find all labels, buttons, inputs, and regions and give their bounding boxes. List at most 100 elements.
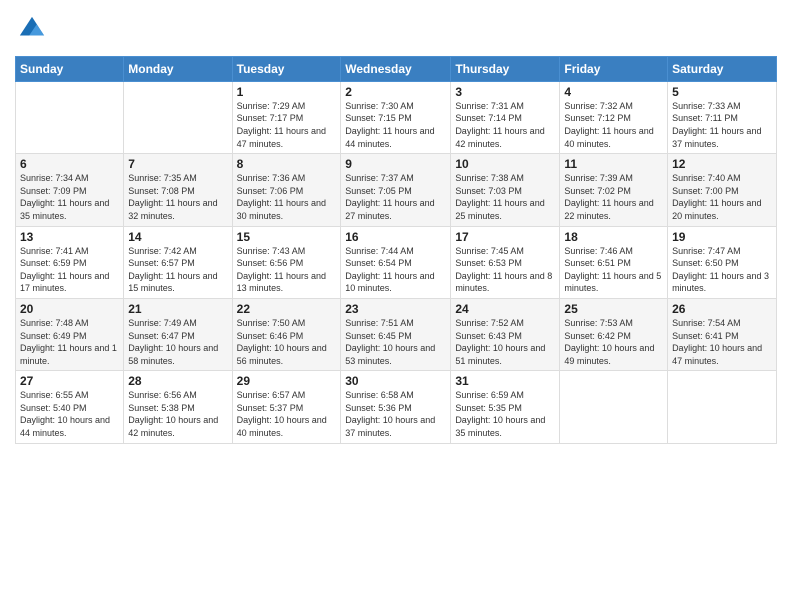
logo-icon	[18, 15, 46, 43]
day-number: 24	[455, 302, 555, 316]
day-number: 3	[455, 85, 555, 99]
day-number: 27	[20, 374, 119, 388]
calendar-cell: 20Sunrise: 7:48 AM Sunset: 6:49 PM Dayli…	[16, 298, 124, 370]
calendar-header-saturday: Saturday	[668, 56, 777, 81]
day-info: Sunrise: 7:38 AM Sunset: 7:03 PM Dayligh…	[455, 172, 555, 222]
calendar-cell: 29Sunrise: 6:57 AM Sunset: 5:37 PM Dayli…	[232, 371, 341, 443]
day-info: Sunrise: 7:42 AM Sunset: 6:57 PM Dayligh…	[128, 245, 227, 295]
header	[15, 10, 777, 48]
calendar-cell: 28Sunrise: 6:56 AM Sunset: 5:38 PM Dayli…	[124, 371, 232, 443]
day-number: 1	[237, 85, 337, 99]
day-info: Sunrise: 7:49 AM Sunset: 6:47 PM Dayligh…	[128, 317, 227, 367]
day-number: 2	[345, 85, 446, 99]
calendar-cell: 2Sunrise: 7:30 AM Sunset: 7:15 PM Daylig…	[341, 81, 451, 153]
calendar-cell: 19Sunrise: 7:47 AM Sunset: 6:50 PM Dayli…	[668, 226, 777, 298]
day-info: Sunrise: 7:33 AM Sunset: 7:11 PM Dayligh…	[672, 100, 772, 150]
day-info: Sunrise: 7:47 AM Sunset: 6:50 PM Dayligh…	[672, 245, 772, 295]
day-info: Sunrise: 7:44 AM Sunset: 6:54 PM Dayligh…	[345, 245, 446, 295]
calendar-cell: 1Sunrise: 7:29 AM Sunset: 7:17 PM Daylig…	[232, 81, 341, 153]
day-number: 23	[345, 302, 446, 316]
day-number: 11	[564, 157, 663, 171]
day-number: 21	[128, 302, 227, 316]
day-number: 6	[20, 157, 119, 171]
day-number: 30	[345, 374, 446, 388]
calendar: SundayMondayTuesdayWednesdayThursdayFrid…	[15, 56, 777, 444]
day-info: Sunrise: 7:32 AM Sunset: 7:12 PM Dayligh…	[564, 100, 663, 150]
calendar-cell: 4Sunrise: 7:32 AM Sunset: 7:12 PM Daylig…	[560, 81, 668, 153]
calendar-week-row: 20Sunrise: 7:48 AM Sunset: 6:49 PM Dayli…	[16, 298, 777, 370]
day-info: Sunrise: 7:43 AM Sunset: 6:56 PM Dayligh…	[237, 245, 337, 295]
day-info: Sunrise: 7:40 AM Sunset: 7:00 PM Dayligh…	[672, 172, 772, 222]
page: SundayMondayTuesdayWednesdayThursdayFrid…	[0, 0, 792, 612]
day-number: 14	[128, 230, 227, 244]
logo	[15, 15, 46, 48]
calendar-week-row: 13Sunrise: 7:41 AM Sunset: 6:59 PM Dayli…	[16, 226, 777, 298]
calendar-cell: 15Sunrise: 7:43 AM Sunset: 6:56 PM Dayli…	[232, 226, 341, 298]
day-number: 22	[237, 302, 337, 316]
day-number: 5	[672, 85, 772, 99]
day-info: Sunrise: 7:48 AM Sunset: 6:49 PM Dayligh…	[20, 317, 119, 367]
day-number: 31	[455, 374, 555, 388]
day-number: 17	[455, 230, 555, 244]
day-info: Sunrise: 7:50 AM Sunset: 6:46 PM Dayligh…	[237, 317, 337, 367]
calendar-header-thursday: Thursday	[451, 56, 560, 81]
calendar-cell: 24Sunrise: 7:52 AM Sunset: 6:43 PM Dayli…	[451, 298, 560, 370]
day-info: Sunrise: 7:30 AM Sunset: 7:15 PM Dayligh…	[345, 100, 446, 150]
day-number: 7	[128, 157, 227, 171]
day-info: Sunrise: 7:46 AM Sunset: 6:51 PM Dayligh…	[564, 245, 663, 295]
calendar-cell: 3Sunrise: 7:31 AM Sunset: 7:14 PM Daylig…	[451, 81, 560, 153]
day-info: Sunrise: 7:36 AM Sunset: 7:06 PM Dayligh…	[237, 172, 337, 222]
day-number: 9	[345, 157, 446, 171]
day-info: Sunrise: 7:41 AM Sunset: 6:59 PM Dayligh…	[20, 245, 119, 295]
calendar-cell: 10Sunrise: 7:38 AM Sunset: 7:03 PM Dayli…	[451, 154, 560, 226]
calendar-week-row: 6Sunrise: 7:34 AM Sunset: 7:09 PM Daylig…	[16, 154, 777, 226]
day-info: Sunrise: 6:58 AM Sunset: 5:36 PM Dayligh…	[345, 389, 446, 439]
calendar-header-monday: Monday	[124, 56, 232, 81]
calendar-cell: 18Sunrise: 7:46 AM Sunset: 6:51 PM Dayli…	[560, 226, 668, 298]
calendar-cell: 27Sunrise: 6:55 AM Sunset: 5:40 PM Dayli…	[16, 371, 124, 443]
day-number: 8	[237, 157, 337, 171]
calendar-cell: 8Sunrise: 7:36 AM Sunset: 7:06 PM Daylig…	[232, 154, 341, 226]
day-number: 18	[564, 230, 663, 244]
day-info: Sunrise: 7:29 AM Sunset: 7:17 PM Dayligh…	[237, 100, 337, 150]
day-number: 15	[237, 230, 337, 244]
calendar-cell: 31Sunrise: 6:59 AM Sunset: 5:35 PM Dayli…	[451, 371, 560, 443]
calendar-cell: 26Sunrise: 7:54 AM Sunset: 6:41 PM Dayli…	[668, 298, 777, 370]
day-number: 25	[564, 302, 663, 316]
logo-text	[15, 15, 46, 48]
day-info: Sunrise: 7:51 AM Sunset: 6:45 PM Dayligh…	[345, 317, 446, 367]
calendar-cell: 30Sunrise: 6:58 AM Sunset: 5:36 PM Dayli…	[341, 371, 451, 443]
calendar-cell: 23Sunrise: 7:51 AM Sunset: 6:45 PM Dayli…	[341, 298, 451, 370]
calendar-cell: 16Sunrise: 7:44 AM Sunset: 6:54 PM Dayli…	[341, 226, 451, 298]
day-info: Sunrise: 7:54 AM Sunset: 6:41 PM Dayligh…	[672, 317, 772, 367]
day-info: Sunrise: 7:52 AM Sunset: 6:43 PM Dayligh…	[455, 317, 555, 367]
calendar-header-sunday: Sunday	[16, 56, 124, 81]
calendar-header-row: SundayMondayTuesdayWednesdayThursdayFrid…	[16, 56, 777, 81]
calendar-header-tuesday: Tuesday	[232, 56, 341, 81]
calendar-cell: 11Sunrise: 7:39 AM Sunset: 7:02 PM Dayli…	[560, 154, 668, 226]
calendar-cell	[560, 371, 668, 443]
calendar-cell: 25Sunrise: 7:53 AM Sunset: 6:42 PM Dayli…	[560, 298, 668, 370]
day-number: 26	[672, 302, 772, 316]
day-info: Sunrise: 7:45 AM Sunset: 6:53 PM Dayligh…	[455, 245, 555, 295]
day-info: Sunrise: 7:35 AM Sunset: 7:08 PM Dayligh…	[128, 172, 227, 222]
day-number: 12	[672, 157, 772, 171]
day-number: 16	[345, 230, 446, 244]
day-number: 10	[455, 157, 555, 171]
calendar-cell: 6Sunrise: 7:34 AM Sunset: 7:09 PM Daylig…	[16, 154, 124, 226]
calendar-cell	[16, 81, 124, 153]
calendar-week-row: 27Sunrise: 6:55 AM Sunset: 5:40 PM Dayli…	[16, 371, 777, 443]
day-info: Sunrise: 6:56 AM Sunset: 5:38 PM Dayligh…	[128, 389, 227, 439]
calendar-cell: 21Sunrise: 7:49 AM Sunset: 6:47 PM Dayli…	[124, 298, 232, 370]
calendar-cell: 5Sunrise: 7:33 AM Sunset: 7:11 PM Daylig…	[668, 81, 777, 153]
calendar-cell: 9Sunrise: 7:37 AM Sunset: 7:05 PM Daylig…	[341, 154, 451, 226]
day-info: Sunrise: 6:59 AM Sunset: 5:35 PM Dayligh…	[455, 389, 555, 439]
day-number: 29	[237, 374, 337, 388]
day-info: Sunrise: 7:34 AM Sunset: 7:09 PM Dayligh…	[20, 172, 119, 222]
day-number: 4	[564, 85, 663, 99]
calendar-cell: 22Sunrise: 7:50 AM Sunset: 6:46 PM Dayli…	[232, 298, 341, 370]
calendar-header-wednesday: Wednesday	[341, 56, 451, 81]
calendar-cell: 7Sunrise: 7:35 AM Sunset: 7:08 PM Daylig…	[124, 154, 232, 226]
day-number: 13	[20, 230, 119, 244]
day-number: 20	[20, 302, 119, 316]
